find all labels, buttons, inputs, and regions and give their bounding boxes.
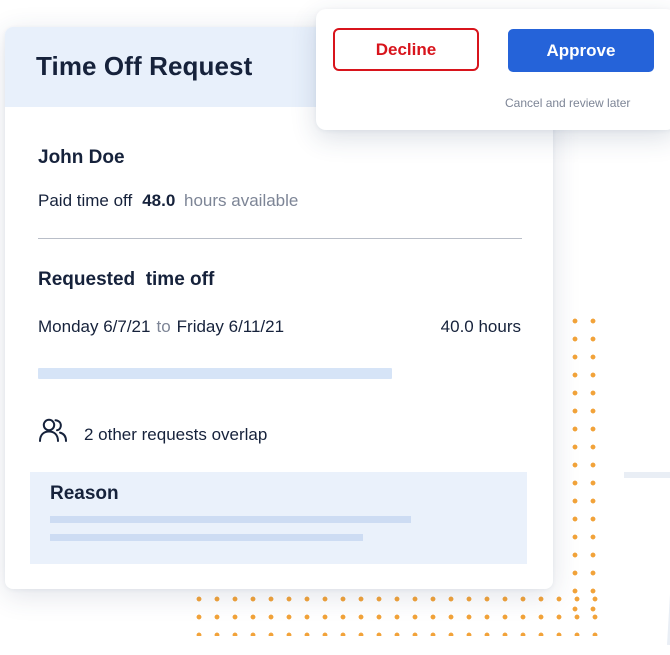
section-divider (38, 238, 522, 239)
reason-placeholder-line (50, 534, 363, 541)
approve-button[interactable]: Approve (508, 29, 654, 72)
requested-time-off-heading: Requested time off (38, 269, 215, 290)
employee-name: John Doe (38, 147, 125, 168)
requested-date-range: Monday 6/7/21 to Friday 6/11/21 (38, 317, 284, 337)
end-date: Friday 6/11/21 (176, 317, 285, 336)
users-icon (39, 418, 67, 442)
pto-balance: Paid time off 48.0 hours available (38, 191, 298, 211)
reason-section: Reason (30, 472, 527, 564)
pto-label: Paid time off (38, 191, 133, 210)
card-title: Time Off Request (36, 51, 253, 81)
decorative-dot-pattern (566, 312, 596, 612)
cancel-review-later-link[interactable]: Cancel and review later (505, 96, 630, 110)
decorative-triangle (624, 472, 670, 645)
reason-placeholder-line (50, 516, 411, 523)
reason-title: Reason (50, 483, 119, 504)
pto-hours-suffix: hours available (184, 191, 299, 210)
decorative-dot-pattern-bottom (190, 590, 600, 636)
decline-button[interactable]: Decline (333, 28, 479, 71)
start-date: Monday 6/7/21 (38, 317, 151, 336)
overlap-notice: 2 other requests overlap (38, 416, 267, 446)
requested-total-hours: 40.0 hours (440, 317, 521, 336)
pto-hours-value: 48.0 (142, 191, 176, 210)
action-panel: Decline Approve Cancel and review later (316, 9, 670, 130)
date-range-separator: to (156, 317, 171, 336)
placeholder-bar (38, 368, 392, 379)
overlap-text: 2 other requests overlap (84, 425, 268, 444)
